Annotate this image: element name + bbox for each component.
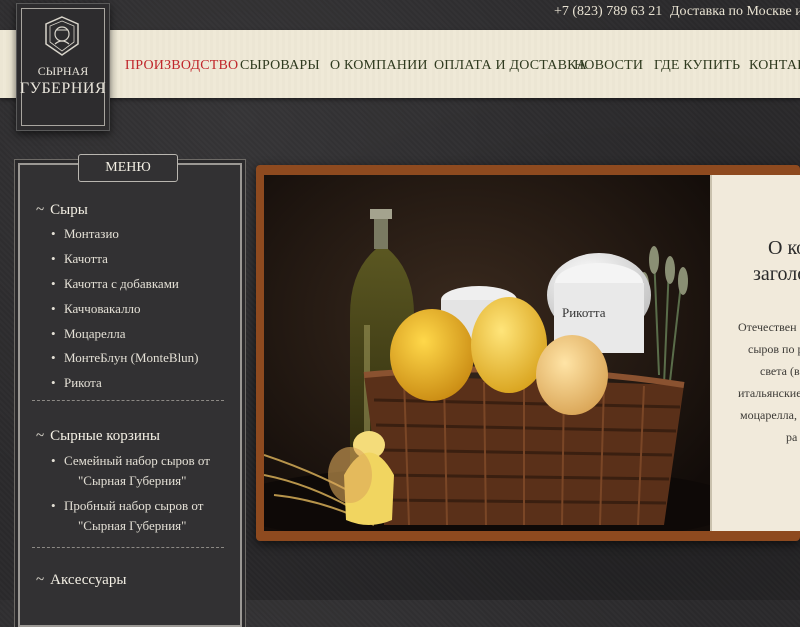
nav-contacts[interactable]: КОНТАКТ (749, 58, 800, 74)
nav-production[interactable]: ПРОИЗВОДСТВО (125, 58, 238, 74)
cheese-basket-illustration: Рикотта (264, 175, 710, 531)
delivery-info: Доставка по Москве и Мо (670, 4, 800, 19)
nav-about[interactable]: О КОМПАНИИ (330, 58, 428, 74)
category-accessories[interactable]: ~ Аксессуары (36, 572, 126, 589)
menu-item-family-set-line2[interactable]: "Сырная Губерния" (78, 473, 186, 489)
logo-text-bottom: ГУБЕРНИЯ (19, 80, 107, 97)
cheese-basket-photo: Рикотта (264, 175, 710, 531)
category-cheeses[interactable]: ~ Сыры (36, 202, 88, 219)
ricotta-label: Рикотта (562, 305, 606, 320)
category-label: Сыры (50, 202, 88, 218)
main-navigation: ПРОИЗВОДСТВО СЫРОВАРЫ О КОМПАНИИ ОПЛАТА … (0, 30, 800, 98)
menu-item-trial-set[interactable]: Пробный набор сыров от (51, 498, 203, 514)
menu-divider (32, 400, 224, 401)
menu-item-mozzarella[interactable]: Моцарелла (51, 326, 126, 342)
category-cheese-baskets[interactable]: ~ Сырные корзины (36, 428, 160, 445)
menu-item-trial-set-line2[interactable]: "Сырная Губерния" (78, 518, 186, 534)
top-bar: +7 (823) 789 63 21 Доставка по Москве и … (0, 0, 800, 30)
cheese-emblem-icon (45, 16, 79, 56)
logo-text-top: СЫРНАЯ (37, 64, 89, 78)
menu-item-montasio[interactable]: Монтазио (51, 226, 119, 242)
nav-cheesemakers[interactable]: СЫРОВАРЫ (240, 58, 320, 74)
phone-number[interactable]: +7 (823) 789 63 21 (554, 4, 662, 20)
menu-item-family-set[interactable]: Семейный набор сыров от (51, 453, 210, 469)
tilde-icon: ~ (36, 202, 45, 218)
nav-news[interactable]: НОВОСТИ (574, 58, 643, 74)
tilde-icon: ~ (36, 428, 45, 444)
tilde-icon: ~ (36, 572, 45, 588)
sidebar-title: МЕНЮ (78, 154, 178, 182)
menu-item-caciotta-additions[interactable]: Качотта с добавками (51, 276, 179, 292)
menu-item-ricotta[interactable]: Рикота (51, 375, 102, 391)
hero-banner: Рикотта (256, 165, 800, 541)
nav-where-to-buy[interactable]: ГДЕ КУПИТЬ (654, 58, 740, 74)
about-company-panel (710, 175, 800, 531)
category-label: Сырные корзины (50, 428, 160, 444)
menu-item-caciocavallo[interactable]: Каччовакалло (51, 301, 140, 317)
nav-payment-delivery[interactable]: ОПЛАТА И ДОСТАВКА (434, 58, 587, 74)
category-label: Аксессуары (50, 572, 127, 588)
menu-item-monteblun[interactable]: МонтеБлун (MonteBlun) (51, 350, 198, 366)
menu-item-caciotta[interactable]: Качотта (51, 251, 108, 267)
menu-divider (32, 547, 224, 548)
site-logo[interactable]: СЫРНАЯ ГУБЕРНИЯ (16, 3, 110, 131)
